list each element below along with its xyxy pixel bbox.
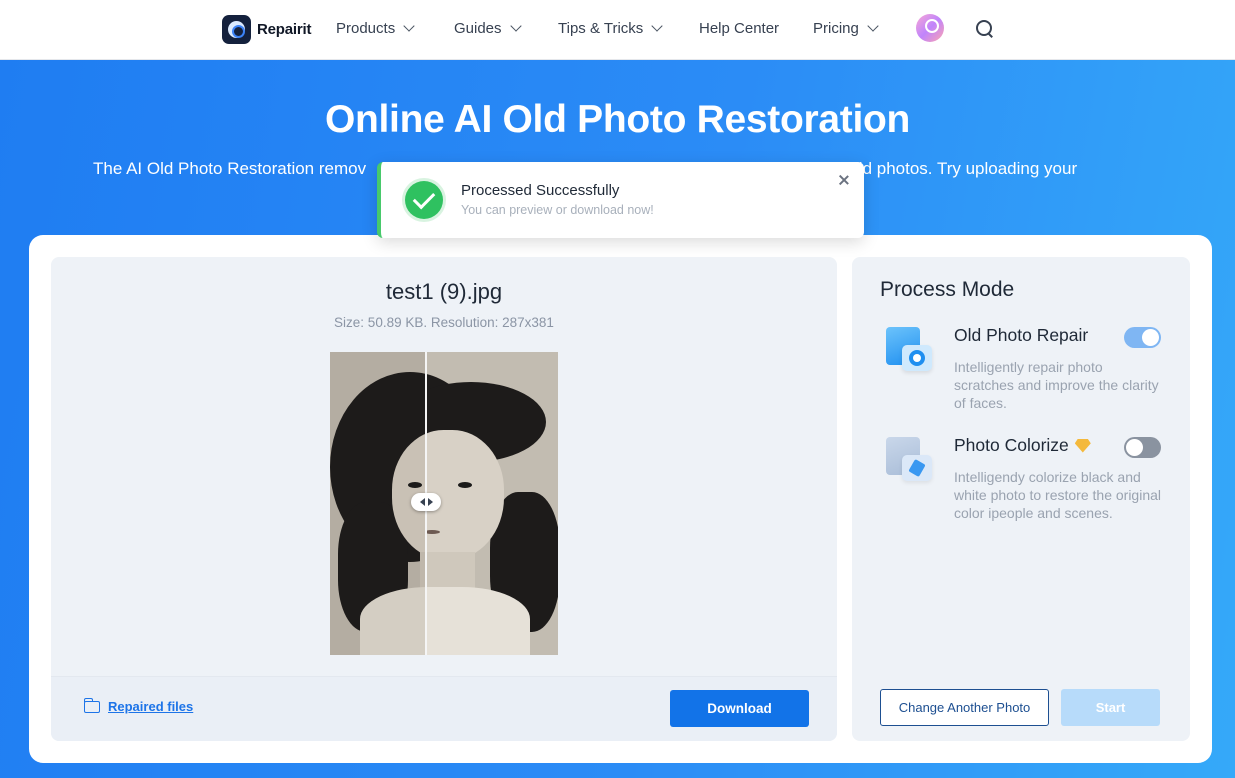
- user-avatar-icon[interactable]: [916, 14, 944, 42]
- file-meta: Size: 50.89 KB. Resolution: 287x381: [334, 315, 554, 330]
- mode-name-label: Old Photo Repair: [954, 325, 1089, 345]
- photo-colorize-toggle[interactable]: [1124, 437, 1161, 458]
- nav-products[interactable]: Products: [336, 17, 415, 39]
- folder-icon: [83, 697, 100, 713]
- arrow-left-icon: [419, 498, 425, 506]
- hero-subtitle-left: The AI Old Photo Restoration remov: [93, 159, 367, 178]
- nav-products-label: Products: [336, 19, 396, 37]
- nav-tips-tricks-label: Tips & Tricks: [558, 19, 644, 37]
- nav-tips-tricks[interactable]: Tips & Tricks: [558, 17, 663, 39]
- nav-pricing-label: Pricing: [813, 19, 859, 37]
- mode-photo-colorize: Photo Colorize Intelligendy colorize bla…: [880, 435, 1170, 545]
- check-circle-icon: [405, 181, 443, 219]
- arrow-right-icon: [427, 498, 433, 506]
- repaired-files-label: Repaired files: [108, 699, 194, 714]
- mode-name-label: Photo Colorize: [954, 435, 1069, 455]
- mode-name: Photo Colorize: [954, 435, 1091, 456]
- repairit-logo[interactable]: Repairit: [222, 14, 311, 44]
- success-toast: Processed Successfully You can preview o…: [377, 162, 864, 238]
- repairit-logo-icon: [222, 14, 251, 44]
- change-another-photo-button[interactable]: Change Another Photo: [880, 689, 1049, 726]
- toggle-knob: [1142, 329, 1159, 346]
- nav-help-center-label: Help Center: [699, 19, 780, 37]
- toggle-knob: [1126, 439, 1143, 456]
- nav-pricing[interactable]: Pricing: [813, 17, 879, 39]
- mode-description: Intelligently repair photo scratches and…: [954, 359, 1159, 411]
- after-image: [426, 352, 558, 655]
- mode-old-photo-repair: Old Photo Repair Intelligently repair ph…: [880, 325, 1170, 415]
- preview-panel: test1 (9).jpg Size: 50.89 KB. Resolution…: [51, 257, 837, 741]
- old-photo-repair-toggle[interactable]: [1124, 327, 1161, 348]
- before-after-photo[interactable]: [330, 352, 558, 655]
- mode-description: Intelligendy colorize black and white ph…: [954, 469, 1162, 521]
- chevron-down-icon: [509, 19, 522, 32]
- chevron-down-icon: [403, 19, 415, 32]
- photo-repair-icon: [886, 327, 934, 375]
- process-mode-title: Process Mode: [880, 278, 1015, 301]
- photo-colorize-icon: [886, 437, 934, 485]
- chevron-down-icon: [867, 19, 879, 32]
- download-button[interactable]: Download: [670, 690, 809, 727]
- preview-footer: Repaired files Download: [51, 676, 837, 741]
- repaired-files-link[interactable]: Repaired files: [83, 697, 194, 714]
- toast-message: You can preview or download now!: [461, 203, 654, 217]
- search-icon[interactable]: [974, 18, 996, 40]
- toast-title: Processed Successfully: [461, 182, 620, 199]
- nav-help-center[interactable]: Help Center: [699, 17, 779, 39]
- top-nav: Repairit Products Guides Tips & Tricks H…: [0, 0, 1235, 60]
- compare-slider-handle[interactable]: [411, 493, 441, 511]
- file-name: test1 (9).jpg: [385, 279, 503, 304]
- chevron-down-icon: [651, 19, 663, 32]
- page-title: Online AI Old Photo Restoration: [324, 98, 911, 141]
- nav-guides-label: Guides: [454, 19, 502, 37]
- premium-diamond-icon: [1074, 438, 1091, 453]
- workspace-card: test1 (9).jpg Size: 50.89 KB. Resolution…: [29, 235, 1212, 763]
- process-mode-panel: Process Mode Old Photo Repair Intelligen…: [852, 257, 1190, 741]
- close-icon[interactable]: [837, 173, 851, 187]
- start-button[interactable]: Start: [1061, 689, 1160, 726]
- logo-text: Repairit: [257, 20, 312, 38]
- nav-guides[interactable]: Guides: [454, 17, 522, 39]
- mode-name: Old Photo Repair: [954, 325, 1088, 346]
